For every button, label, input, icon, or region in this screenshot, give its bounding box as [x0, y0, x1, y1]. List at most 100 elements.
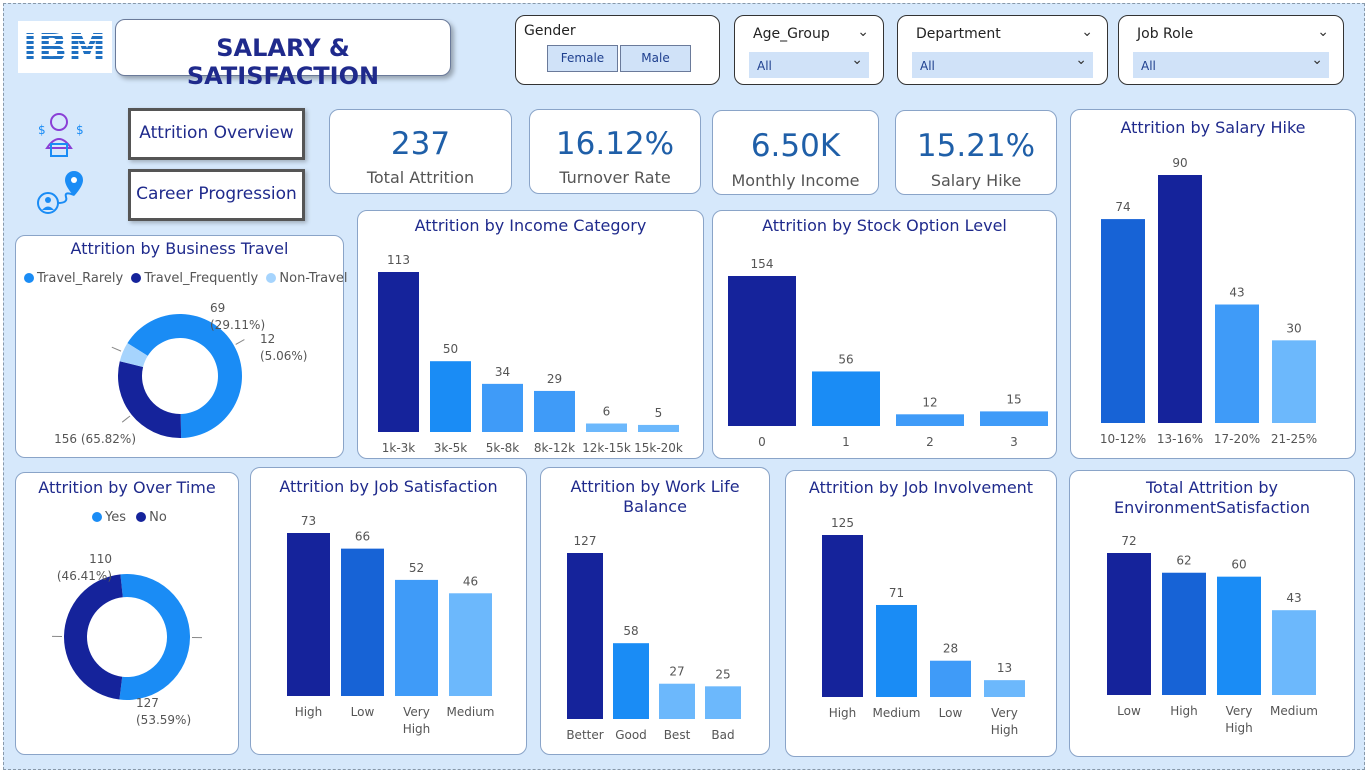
tick-label: Medium	[447, 705, 495, 719]
slice-yes[interactable]	[119, 574, 190, 700]
employee-icon: $ $	[32, 108, 86, 162]
tick-label: 8k-12k	[534, 441, 575, 455]
svg-text:$: $	[38, 123, 46, 137]
ibm-logo-mark: IBM	[23, 26, 106, 70]
data-label: 28	[943, 642, 958, 656]
chevron-down-icon: ⌄	[1075, 52, 1087, 68]
tick-label: High	[1225, 721, 1253, 735]
bar-13-16[interactable]	[1158, 175, 1202, 423]
bar-very-high[interactable]	[1217, 576, 1261, 695]
gender-slicer-title: Gender	[524, 23, 576, 39]
bar-0[interactable]	[728, 276, 796, 426]
tick-label: 1	[842, 435, 850, 449]
department-dropdown[interactable]: All ⌄	[912, 52, 1093, 78]
tick-label: 12k-15k	[582, 441, 631, 455]
bar-21-25[interactable]	[1272, 340, 1316, 423]
bar-3k-5k[interactable]	[430, 361, 471, 432]
bar-low[interactable]	[930, 660, 971, 697]
tick-label: 5k-8k	[486, 441, 520, 455]
work-life-chart: Attrition by Work Life Balance 127 Better…	[540, 467, 770, 755]
tick-label: Very	[991, 706, 1018, 720]
bar-low[interactable]	[1107, 553, 1151, 695]
gender-female-button[interactable]: Female	[547, 45, 618, 72]
bar-better[interactable]	[567, 553, 603, 719]
slice-travel-frequently[interactable]	[117, 361, 182, 438]
attrition-overview-button[interactable]: Attrition Overview	[128, 108, 305, 160]
title-box: SALARY & SATISFACTION	[115, 19, 451, 90]
bar-2[interactable]	[896, 414, 964, 426]
bar-high[interactable]	[1162, 572, 1206, 695]
department-slicer: Department ⌄ All ⌄	[897, 15, 1108, 85]
kpi-value: 6.50K	[750, 128, 841, 164]
salary-hike-chart: Attrition by Salary Hike 74 10-12% 90 13-16…	[1070, 109, 1356, 459]
tick-label: Very	[1226, 704, 1253, 718]
kpi-total-attrition: 237 Total Attrition	[329, 109, 512, 194]
data-label: 43	[1286, 591, 1301, 605]
bar-1[interactable]	[812, 371, 880, 426]
slice-no[interactable]	[63, 574, 123, 700]
kpi-label: Turnover Rate	[559, 168, 671, 187]
chevron-down-icon[interactable]: ⌄	[1317, 24, 1329, 40]
career-progression-button[interactable]: Career Progression	[128, 169, 305, 221]
age-group-title: Age_Group	[753, 26, 830, 42]
tick-label: Bad	[711, 728, 734, 742]
bar-8k-12k[interactable]	[534, 390, 575, 432]
data-label: 110 (46.41%)	[57, 552, 112, 583]
data-label: 27	[669, 665, 684, 679]
age-group-value: All	[757, 59, 772, 73]
tick-label: Medium	[873, 706, 921, 720]
bar-12k-15k[interactable]	[586, 423, 627, 432]
environment-chart: Total Attrition by EnvironmentSatisfacti…	[1069, 470, 1355, 757]
bar-1k-3k[interactable]	[378, 272, 419, 432]
tick-label: Very	[403, 705, 430, 719]
data-label: 46	[463, 574, 478, 588]
gender-male-button[interactable]: Male	[620, 45, 691, 72]
data-label: 43	[1229, 286, 1244, 300]
data-label: 34	[495, 365, 510, 379]
bar-15k-20k[interactable]	[638, 424, 679, 432]
bar-very-high[interactable]	[395, 579, 438, 696]
chevron-down-icon[interactable]: ⌄	[1081, 24, 1093, 40]
over-time-chart: Attrition by Over Time Yes No 127 (53.59%…	[15, 472, 239, 755]
bar-very-high[interactable]	[984, 680, 1025, 697]
tick-label: 0	[758, 435, 766, 449]
kpi-label: Salary Hike	[930, 171, 1022, 190]
kpi-value: 237	[390, 126, 451, 162]
job-role-slicer: Job Role ⌄ All ⌄	[1118, 15, 1344, 85]
data-label: 60	[1231, 558, 1246, 572]
chevron-down-icon[interactable]: ⌄	[857, 24, 869, 40]
data-label: 154	[751, 257, 774, 271]
bar-low[interactable]	[341, 548, 384, 696]
bar-10-12[interactable]	[1101, 219, 1145, 423]
bar-high[interactable]	[287, 533, 330, 696]
bar-3[interactable]	[980, 411, 1048, 426]
bar-good[interactable]	[613, 643, 649, 719]
job-role-dropdown[interactable]: All ⌄	[1133, 52, 1329, 78]
data-label: 74	[1115, 200, 1130, 214]
data-label: 15	[1006, 392, 1021, 406]
tick-label: High	[991, 723, 1019, 737]
salary-hike-plot: 74 10-12% 90 13-16% 43 17-20% 30 21-25%	[1100, 156, 1317, 446]
stock-option-plot: 1540561122153	[728, 257, 1048, 449]
bar-medium[interactable]	[449, 593, 492, 696]
bar-5k-8k[interactable]	[482, 383, 523, 432]
data-label: 29	[547, 372, 562, 386]
dashboard-canvas: IBM SALARY & SATISFACTION Gender Female …	[3, 3, 1365, 770]
location-person-icon	[36, 167, 90, 219]
tick-label: Low	[1117, 704, 1141, 718]
department-value: All	[920, 59, 935, 73]
bar-17-20[interactable]	[1215, 304, 1259, 423]
income-category-chart: Attrition by Income Category 113 1k-3k 50 3…	[357, 210, 704, 459]
data-label: 69 (29.11%)	[210, 301, 265, 332]
page-title: SALARY & SATISFACTION	[186, 34, 380, 90]
leader-line	[121, 415, 131, 423]
job-involvement-chart: Attrition by Job Involvement 125 High 71 Me…	[785, 470, 1057, 757]
leader-line	[235, 339, 245, 345]
age-group-dropdown[interactable]: All ⌄	[749, 52, 869, 78]
bar-bad[interactable]	[705, 686, 741, 719]
bar-medium[interactable]	[876, 604, 917, 697]
tick-label: 3	[1010, 435, 1018, 449]
bar-high[interactable]	[822, 535, 863, 697]
bar-medium[interactable]	[1272, 610, 1316, 695]
bar-best[interactable]	[659, 683, 695, 719]
